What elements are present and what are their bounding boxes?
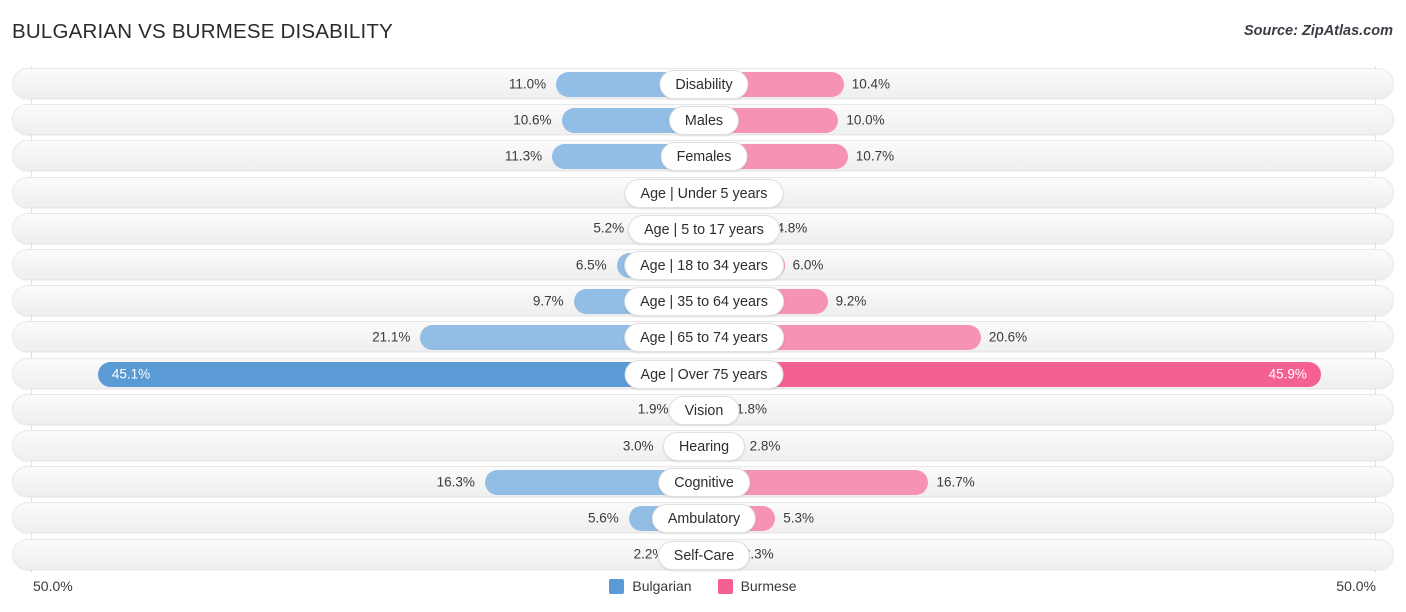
bar-value-bulgarian: 10.6% <box>513 112 551 127</box>
category-label[interactable]: Hearing <box>663 432 745 461</box>
bar-value-burmese: 9.2% <box>836 293 867 308</box>
bar-bulgarian[interactable]: 45.1% <box>98 362 704 387</box>
table-row[interactable]: 1.9% 1.8%Vision <box>12 394 1394 425</box>
page-title: BULGARIAN VS BURMESE DISABILITY <box>12 20 393 44</box>
bar-value-bulgarian: 11.0% <box>509 76 546 91</box>
table-row[interactable]: 9.7% 9.2% Age | 35 to 64 years <box>12 285 1394 316</box>
category-label[interactable]: Cognitive <box>658 468 750 497</box>
bar-burmese[interactable]: 45.9% <box>704 362 1321 387</box>
category-label[interactable]: Disability <box>659 70 748 99</box>
bar-value-bulgarian: 9.7% <box>533 293 564 308</box>
bar-value-bulgarian: 3.0% <box>623 438 654 453</box>
bar-value-bulgarian: 16.3% <box>437 474 475 489</box>
category-label[interactable]: Age | Over 75 years <box>625 360 784 389</box>
legend-swatch-icon <box>609 579 624 594</box>
bar-value-burmese: 5.3% <box>783 510 814 525</box>
table-row[interactable]: 11.0% 10.4% Disability <box>12 68 1394 99</box>
table-row[interactable]: 21.1% 20.6% Age | 65 to 74 years <box>12 321 1394 352</box>
bar-value-burmese: 1.8% <box>736 402 767 417</box>
axis-label-right: 50.0% <box>1336 578 1376 594</box>
table-row[interactable]: 16.3% 16.7% Cognitive <box>12 466 1394 497</box>
bar-value-burmese: 16.7% <box>936 474 974 489</box>
category-label[interactable]: Age | 5 to 17 years <box>628 215 780 244</box>
category-label[interactable]: Males <box>669 106 739 135</box>
bar-value-burmese: 45.9% <box>1269 367 1307 382</box>
bar-value-burmese: 20.6% <box>989 329 1027 344</box>
bar-value-bulgarian: 1.9% <box>638 402 669 417</box>
bar-value-burmese: 10.0% <box>846 112 884 127</box>
table-row[interactable]: 3.0% 2.8% Hearing <box>12 430 1394 461</box>
table-row[interactable]: 6.5% 6.0% Age | 18 to 34 years <box>12 249 1394 280</box>
table-row[interactable]: 1.3%1.1%Age | Under 5 years <box>12 177 1394 208</box>
bar-value-burmese: 6.0% <box>793 257 824 272</box>
category-label[interactable]: Vision <box>669 396 740 425</box>
legend-item[interactable]: Burmese <box>718 578 797 594</box>
table-row[interactable]: 11.3% 10.7% Females <box>12 140 1394 171</box>
legend-swatch-icon <box>718 579 733 594</box>
bar-value-burmese: 10.4% <box>852 76 890 91</box>
bar-value-bulgarian: 11.3% <box>505 148 542 163</box>
table-row[interactable]: 10.6% 10.0% Males <box>12 104 1394 135</box>
bar-value-burmese: 2.8% <box>750 438 781 453</box>
bar-value-bulgarian: 5.2% <box>593 221 624 236</box>
legend-item[interactable]: Bulgarian <box>609 578 691 594</box>
table-row[interactable]: 5.2% 4.8%Age | 5 to 17 years <box>12 213 1394 244</box>
bar-value-burmese: 10.7% <box>856 148 894 163</box>
chart-footer: 50.0% BulgarianBurmese 50.0% <box>0 578 1406 604</box>
chart-plot-area: 11.0% 10.4% Disability 10.6% 10.0% Males 11.3%… <box>12 66 1394 572</box>
source-attribution: Source: ZipAtlas.com <box>1244 23 1393 39</box>
chart-legend: Bulgarian Burmese <box>0 578 1406 594</box>
bar-value-bulgarian: 21.1% <box>372 329 410 344</box>
legend-label: Bulgarian <box>632 578 691 594</box>
bar-value-burmese: 4.8% <box>777 221 808 236</box>
legend-label: Burmese <box>741 578 797 594</box>
bar-value-bulgarian: 5.6% <box>588 510 619 525</box>
table-row[interactable]: 5.6% 5.3% Ambulatory <box>12 502 1394 533</box>
category-label[interactable]: Ambulatory <box>652 504 756 533</box>
bar-value-bulgarian: 45.1% <box>112 367 150 382</box>
bar-value-bulgarian: 6.5% <box>576 257 607 272</box>
category-label[interactable]: Females <box>661 142 748 171</box>
table-row[interactable]: 45.1% 45.9% Age | Over 75 years <box>12 358 1394 389</box>
chart-page: BULGARIAN VS BURMESE DISABILITY Source: … <box>0 0 1406 612</box>
category-label[interactable]: Age | Under 5 years <box>625 179 784 208</box>
table-row[interactable]: 2.2%2.3%Self-Care <box>12 539 1394 570</box>
category-label[interactable]: Age | 35 to 64 years <box>624 287 784 316</box>
category-label[interactable]: Age | 18 to 34 years <box>624 251 784 280</box>
category-label[interactable]: Self-Care <box>658 541 750 570</box>
category-label[interactable]: Age | 65 to 74 years <box>624 323 784 352</box>
